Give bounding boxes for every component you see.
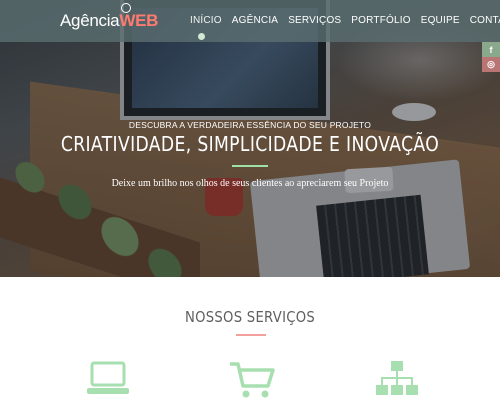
hero-divider: [232, 165, 268, 167]
lightbulb-icon: [121, 3, 131, 13]
nav-item-inicio[interactable]: INÍCIO: [190, 15, 222, 26]
nav-item-equipe[interactable]: EQUIPE: [421, 15, 460, 26]
laptop-icon: [87, 361, 129, 394]
active-indicator-dot: [198, 33, 205, 40]
nav-item-agencia[interactable]: AGÊNCIA: [232, 15, 278, 26]
social-sidebar: f ◎: [482, 42, 500, 72]
nav-item-portfolio[interactable]: PORTFÓLIO: [351, 15, 410, 26]
hero-kicker: DESCUBRA A VERDADEIRA ESSÊNCIA DO SEU PR…: [128, 120, 372, 130]
shopping-cart-icon: [230, 362, 275, 398]
facebook-icon[interactable]: f: [482, 42, 500, 57]
brand-suffix: WEB: [119, 11, 159, 30]
hero-headline: CRIATIVIDADE, SIMPLICIDADE E INOVAÇÃO: [60, 132, 440, 156]
services-divider: [236, 334, 266, 336]
nav-item-servicos[interactable]: SERVIÇOS: [288, 15, 341, 26]
hero-subtitle: Deixe um brilho nos olhos de seus client…: [111, 178, 389, 189]
sitemap-icon: [376, 361, 418, 395]
brand-logo[interactable]: AgênciaWEB: [60, 11, 158, 31]
nav-item-contato[interactable]: CONTATO: [470, 15, 500, 26]
instagram-icon[interactable]: ◎: [482, 57, 500, 72]
brand-prefix: Agência: [60, 11, 120, 30]
main-menu: INÍCIO AGÊNCIA SERVIÇOS PORTFÓLIO EQUIPE…: [190, 15, 500, 26]
top-navbar: AgênciaWEB INÍCIO AGÊNCIA SERVIÇOS PORTF…: [0, 0, 500, 42]
services-title: NOSSOS SERVIÇOS: [184, 308, 316, 326]
